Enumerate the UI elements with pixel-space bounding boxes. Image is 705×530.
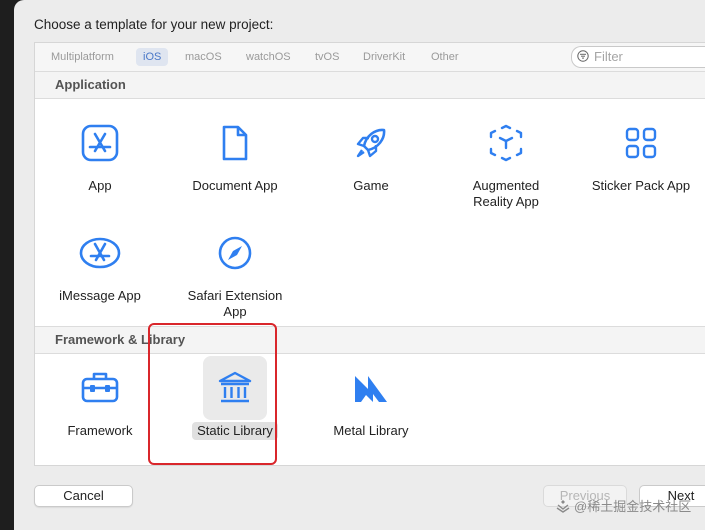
- toolbox-icon: [81, 372, 119, 403]
- section-header-framework-library: Framework & Library: [35, 326, 705, 354]
- template-static-library-icon-box: [203, 356, 267, 420]
- template-safari-icon-box: [203, 221, 267, 285]
- template-metal-library-icon-box: [339, 356, 403, 420]
- app-store-icon: [81, 124, 119, 162]
- template-augmented-reality-app[interactable]: Augmented Reality App: [441, 111, 571, 211]
- template-app-icon-box: [68, 111, 132, 175]
- tab-driverkit[interactable]: DriverKit: [356, 48, 412, 66]
- template-label: Augmented Reality App: [472, 178, 540, 209]
- metal-icon: [355, 376, 387, 402]
- template-panel: Multiplatform iOS macOS watchOS tvOS Dri…: [34, 42, 705, 466]
- template-imessage-app[interactable]: iMessage App: [35, 221, 165, 305]
- template-label: App: [88, 178, 112, 193]
- template-chooser-window: Choose a template for your new project: …: [14, 0, 705, 530]
- rocket-icon: [356, 128, 386, 158]
- imessage-app-icon: [79, 237, 121, 269]
- template-document-app-icon-box: [203, 111, 267, 175]
- template-sticker-pack-app[interactable]: Sticker Pack App: [576, 111, 705, 195]
- ar-cube-icon: [489, 124, 523, 162]
- filter-field[interactable]: [571, 46, 705, 68]
- tab-ios[interactable]: iOS: [136, 48, 169, 66]
- template-safari-extension-app[interactable]: Safari Extension App: [170, 221, 300, 321]
- library-building-icon: [218, 371, 252, 403]
- filter-icon: [577, 50, 589, 62]
- watermark-text: @稀土掘金技术社区: [574, 499, 692, 514]
- template-label: iMessage App: [59, 288, 141, 303]
- template-game[interactable]: Game: [306, 111, 436, 195]
- template-app[interactable]: App: [35, 111, 165, 195]
- template-sticker-pack-icon-box: [609, 111, 673, 175]
- filter-input[interactable]: [594, 48, 699, 64]
- template-metal-library[interactable]: Metal Library: [306, 356, 436, 440]
- template-ar-app-icon-box: [474, 111, 538, 175]
- document-icon: [222, 125, 248, 161]
- tab-multiplatform[interactable]: Multiplatform: [44, 48, 121, 66]
- grid-icon: [625, 127, 657, 159]
- template-document-app[interactable]: Document App: [170, 111, 300, 195]
- tab-tvos[interactable]: tvOS: [308, 48, 346, 66]
- compass-icon: [218, 236, 252, 270]
- template-game-icon-box: [339, 111, 403, 175]
- dialog-title: Choose a template for your new project:: [34, 17, 274, 32]
- template-label: Game: [353, 178, 389, 193]
- template-label: Static Library: [192, 422, 278, 440]
- template-label: Framework: [67, 423, 133, 438]
- tab-macos[interactable]: macOS: [178, 48, 229, 66]
- juejin-logo-icon: [556, 499, 570, 513]
- section-header-application: Application: [35, 71, 705, 99]
- template-label: Sticker Pack App: [591, 178, 691, 193]
- template-framework[interactable]: Framework: [35, 356, 165, 440]
- cancel-button[interactable]: Cancel: [34, 485, 133, 507]
- template-label: Document App: [192, 178, 278, 193]
- platform-tab-bar: Multiplatform iOS macOS watchOS tvOS Dri…: [35, 43, 705, 72]
- tab-other[interactable]: Other: [424, 48, 466, 66]
- template-static-library[interactable]: Static Library: [170, 356, 300, 440]
- template-framework-icon-box: [68, 356, 132, 420]
- tab-watchos[interactable]: watchOS: [239, 48, 298, 66]
- template-imessage-icon-box: [68, 221, 132, 285]
- watermark: @稀土掘金技术社区: [556, 496, 691, 515]
- template-label: Safari Extension App: [187, 288, 283, 319]
- template-label: Metal Library: [333, 423, 409, 438]
